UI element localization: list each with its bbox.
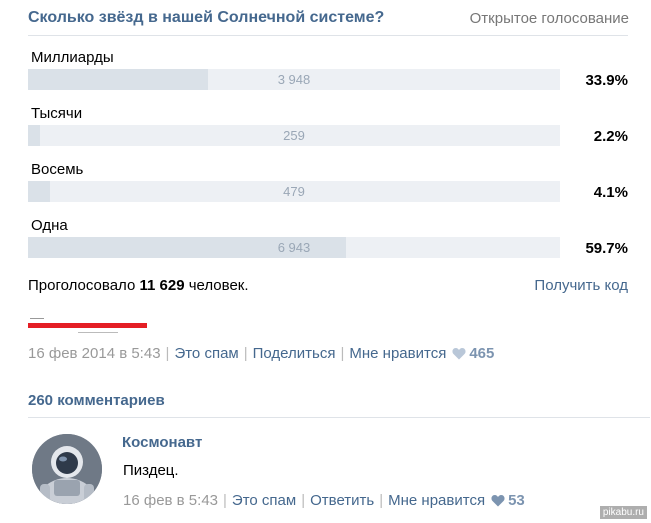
separator: |: [379, 492, 384, 509]
get-code-link[interactable]: Получить код: [534, 277, 628, 294]
comments-count[interactable]: 260 комментариев: [28, 392, 165, 409]
redacted-text-fragment: [30, 318, 44, 319]
watermark: pikabu.ru: [599, 506, 647, 519]
poll-option-label: Миллиарды: [31, 49, 114, 66]
poll-option-bar[interactable]: 3 948: [28, 69, 560, 90]
separator: |: [340, 345, 345, 362]
poll-option-count: 479: [283, 184, 305, 199]
reply-link[interactable]: Ответить: [310, 492, 374, 509]
poll-voted-suffix: человек.: [188, 277, 249, 294]
poll-option-label: Одна: [31, 217, 68, 234]
post-meta: 16 фев 2014 в 5:43 | Это спам | Поделиться | М…: [28, 345, 494, 364]
avatar[interactable]: [32, 434, 102, 504]
like-link[interactable]: Мне нравится: [349, 345, 446, 362]
poll-option-percent: 2.2%: [593, 128, 628, 145]
separator: |: [243, 345, 248, 362]
spam-link[interactable]: Это спам: [232, 492, 296, 509]
poll-option-percent: 33.9%: [585, 72, 628, 89]
comment-text: Пиздец.: [123, 462, 179, 479]
poll-option-percent: 4.1%: [593, 184, 628, 201]
divider: [28, 417, 650, 418]
heart-icon[interactable]: [452, 347, 466, 364]
poll-title: Сколько звёзд в нашей Солнечной системе?: [28, 9, 385, 26]
comment-author[interactable]: Космонавт: [122, 434, 202, 451]
like-count: 53: [508, 492, 525, 509]
poll-voted-count: 11 629: [139, 277, 185, 294]
spam-link[interactable]: Это спам: [174, 345, 238, 362]
poll-option-label: Восемь: [31, 161, 84, 178]
separator: |: [301, 492, 306, 509]
redaction-mark: [28, 323, 147, 328]
poll-option-count: 3 948: [277, 72, 311, 87]
like-count: 465: [469, 345, 495, 362]
poll-voted-summary: Проголосовало 11 629 человек.: [28, 277, 249, 294]
divider: [28, 35, 628, 36]
poll-option-bar[interactable]: 259: [28, 125, 560, 146]
redacted-text-fragment: [78, 332, 118, 333]
like-link[interactable]: Мне нравится: [388, 492, 485, 509]
separator: |: [223, 492, 227, 509]
post-date[interactable]: 16 фев 2014 в 5:43: [28, 345, 161, 362]
poll-option-percent: 59.7%: [585, 240, 628, 257]
poll-option-bar[interactable]: 479: [28, 181, 560, 202]
share-link[interactable]: Поделиться: [253, 345, 336, 362]
poll-voted-prefix: Проголосовало: [28, 277, 136, 294]
separator: |: [165, 345, 170, 362]
poll-option-bar[interactable]: 6 943: [28, 237, 560, 258]
comment-date[interactable]: 16 фев в 5:43: [123, 492, 218, 509]
poll-option-count: 6 943: [277, 240, 311, 255]
poll-option-count: 259: [283, 128, 305, 143]
poll-option-label: Тысячи: [31, 105, 83, 122]
heart-icon[interactable]: [491, 494, 505, 511]
poll-type-label: Открытое голосование: [469, 10, 629, 27]
comment-meta: 16 фев в 5:43 | Это спам | Ответить | Мне нрав…: [123, 492, 525, 511]
